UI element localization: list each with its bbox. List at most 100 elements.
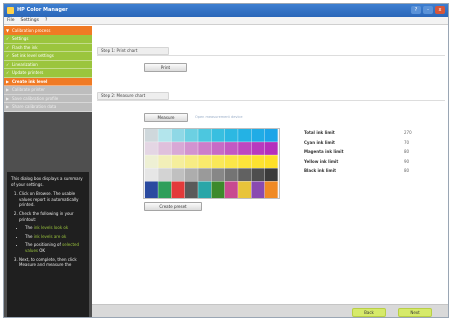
ink-level-row: Cyan ink limit 70 [304,139,410,145]
color-swatch [251,155,265,168]
measure-button[interactable]: Measure [144,113,188,122]
color-swatch [198,181,212,198]
sidebar-item-ink-settings[interactable]: ✓ Set ink level settings [4,52,92,61]
color-swatch [264,168,278,182]
next-button[interactable]: Next [398,308,432,317]
sidebar-item-share[interactable]: ▶ Share calibration data [4,103,92,112]
help-step: Click on Browse. The usable values repor… [19,191,85,208]
color-swatch [211,155,225,168]
back-button[interactable]: Back [352,308,386,317]
menu-file[interactable]: File [7,17,15,24]
help-icon[interactable]: ? [411,6,421,14]
sidebar-header[interactable]: Calibration process [4,26,92,35]
sidebar-item-create-ink[interactable]: ▶ Create ink level [4,77,92,86]
close-icon[interactable]: x [435,6,445,14]
color-swatch [251,142,265,155]
ink-level-row: Yellow ink limit 90 [304,158,410,164]
color-swatch [238,142,252,155]
help-bullet: The ink levels look ok [25,225,85,231]
ink-level-row: Black ink limit 80 [304,168,410,173]
color-swatch [184,142,198,155]
create-preset-button[interactable]: Create preset [144,202,202,211]
color-swatch [144,142,158,155]
help-steps: Click on Browse. The usable values repor… [11,191,85,268]
color-swatch [184,181,198,198]
step2-header: Step 2: Measure chart [97,92,169,100]
sidebar-item-linearization[interactable]: ✓ Linearization [4,60,92,69]
menu-help[interactable]: ? [45,17,47,24]
help-bullet: The ink levels are ok [25,234,85,240]
app-icon [7,7,14,14]
color-swatch [211,142,225,155]
color-swatch [224,181,238,198]
footer-bar: Back Next [92,304,448,317]
check-icon: ✓ [6,36,10,41]
ink-level-row: Magenta ink limit 80 [304,149,410,154]
expand-icon: ▶ [6,78,10,84]
sidebar-item-flash[interactable]: ✓ Flash the ink [4,43,92,52]
color-swatch [251,129,265,142]
color-swatch [251,168,265,182]
color-swatch [224,129,238,142]
color-swatch [198,142,212,155]
sidebar: Calibration process ✓Settings ✓Flash the… [4,26,92,317]
divider [97,55,445,56]
color-swatch [238,168,252,182]
sidebar-item-calibrate[interactable]: ▶ Calibrate printer [4,86,92,95]
sidebar-item-settings[interactable]: ✓ Settings [4,35,92,44]
window-title: HP Color Manager [17,7,68,13]
measure-hint: Open measurement device [195,115,243,119]
color-swatch [184,129,198,142]
color-swatch [158,168,172,182]
color-swatch [171,129,185,142]
color-swatch [171,181,185,198]
ink-level-summary: Total ink limit 270 Cyan ink limit 70 Mage… [304,130,444,178]
color-swatch [238,129,252,142]
minimize-icon[interactable]: - [423,6,433,14]
color-swatch [251,181,265,198]
check-icon: ✓ [6,70,10,75]
window-controls: ? - x [411,6,445,14]
help-bullet: The positioning of selected values OK [25,242,85,253]
color-swatch [224,155,238,168]
color-swatch [144,168,158,182]
sidebar-item-save-profile[interactable]: ▶ Save calibration profile [4,94,92,103]
color-swatch [264,155,278,168]
color-chart [143,128,280,199]
color-swatch [264,142,278,155]
ink-level-row: Total ink limit 270 [304,130,412,135]
color-swatch [224,142,238,155]
divider [97,100,445,101]
color-swatch [224,168,238,182]
print-button[interactable]: Print [144,63,187,72]
color-swatch [158,142,172,155]
color-swatch [198,129,212,142]
color-swatch [171,168,185,182]
help-step: Next, to complete, then click Measure an… [19,257,85,268]
color-swatch [211,168,225,182]
color-swatch [211,181,225,198]
color-swatch [264,129,278,142]
check-icon: ✓ [6,61,10,67]
menu-bar: File Settings ? [4,17,448,25]
help-bullets: The ink levels look ok The ink levels ar… [19,225,85,253]
check-icon: ✓ [6,53,10,58]
check-icon: ✓ [6,44,10,50]
color-swatch [238,181,252,198]
color-swatch [158,155,172,168]
help-step: Check the following in your printout: Th… [19,211,85,254]
color-swatch [238,155,252,168]
color-swatch [211,129,225,142]
color-swatch [198,168,212,182]
title-bar: HP Color Manager ? - x [4,4,448,17]
menu-settings[interactable]: Settings [21,17,39,24]
color-swatch [184,168,198,182]
color-swatch [144,155,158,168]
color-swatch [144,181,158,198]
sidebar-item-update[interactable]: ✓ Update printers [4,69,92,78]
color-swatch [158,129,172,142]
help-intro: This dialog box displays a summary of yo… [11,176,83,187]
expand-icon: ▶ [6,95,10,101]
expand-icon: ▶ [6,87,10,92]
app-window: HP Color Manager ? - x File Settings ? C… [3,3,449,318]
